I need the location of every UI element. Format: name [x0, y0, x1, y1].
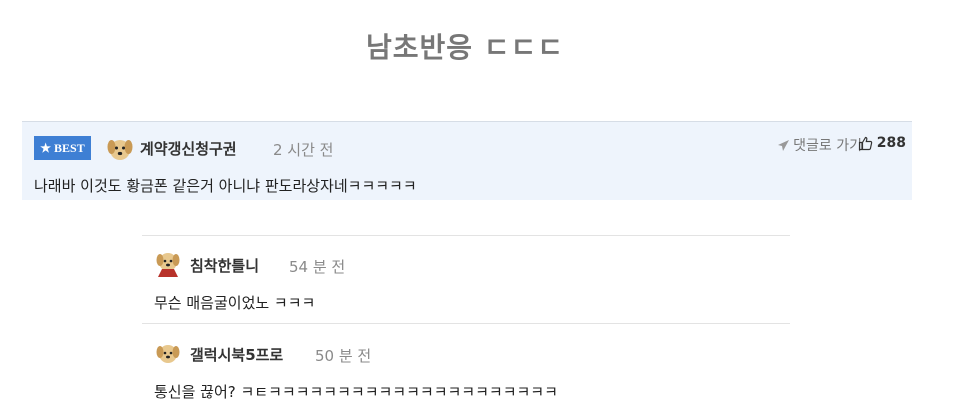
comment-text: 나래바 이것도 황금폰 같은거 아니냐 판도라상자네ㅋㅋㅋㅋㅋ: [34, 177, 417, 195]
comment-text: 통신을 끊어? ㅋㅌㅋㅋㅋㅋㅋㅋㅋㅋㅋㅋㅋㅋㅋㅋㅋㅋㅋㅋㅋㅋㅋ: [154, 383, 558, 401]
username[interactable]: 갤럭시북5프로: [190, 344, 283, 365]
reply-comment: 갤럭시북5프로 50 분 전 통신을 끊어? ㅋㅌㅋㅋㅋㅋㅋㅋㅋㅋㅋㅋㅋㅋㅋㅋㅋ…: [142, 323, 790, 419]
reply-comment: 침착한틀니 54 분 전 무슨 매음굴이었노 ㅋㅋㅋ: [142, 235, 790, 324]
best-badge: ★ BEST: [34, 136, 91, 160]
best-comment: ★ BEST 계약갱신청구권 2 시간 전 댓글로 가기 288 나래바 이것도…: [22, 121, 912, 200]
dog-avatar-icon[interactable]: [154, 249, 182, 277]
page-title: 남초반응 ㄷㄷㄷ: [365, 31, 565, 64]
paper-plane-icon: [778, 139, 790, 151]
username[interactable]: 계약갱신청구권: [140, 138, 237, 159]
like-button[interactable]: 288: [858, 135, 906, 151]
username[interactable]: 침착한틀니: [190, 255, 259, 276]
comment-time: 2 시간 전: [273, 141, 334, 159]
best-badge-label: BEST: [54, 140, 85, 155]
comment-time: 54 분 전: [289, 258, 346, 276]
go-to-reply-link[interactable]: 댓글로 가기: [777, 135, 862, 155]
dog-avatar-icon[interactable]: [106, 134, 134, 162]
comment-text: 무슨 매음굴이었노 ㅋㅋㅋ: [154, 294, 316, 312]
like-count: 288: [876, 135, 906, 151]
dog-avatar-icon[interactable]: [154, 339, 182, 367]
thumbs-up-icon: [858, 136, 873, 150]
go-to-reply-label: 댓글로 가기: [793, 138, 862, 154]
comment-time: 50 분 전: [315, 347, 372, 365]
star-icon: ★: [40, 140, 52, 155]
